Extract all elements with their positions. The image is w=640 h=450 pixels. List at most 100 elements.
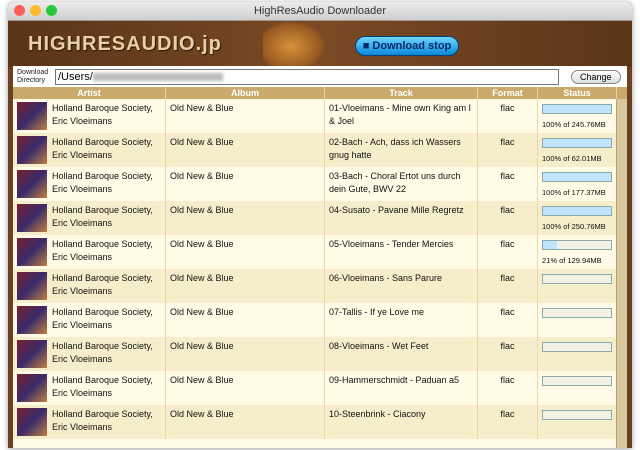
minimize-button[interactable] — [30, 5, 41, 16]
download-stop-button[interactable]: ■ Download stop — [355, 36, 459, 56]
album-art — [17, 272, 47, 300]
album-cell: Old New & Blue — [166, 235, 325, 269]
album-cell: Old New & Blue — [166, 99, 325, 133]
table-row[interactable]: Holland Baroque Society, Eric Vloeimans … — [13, 371, 627, 405]
album-art — [17, 238, 47, 266]
table-header: Artist Album Track Format Status — [13, 87, 627, 99]
table-row[interactable]: Holland Baroque Society, Eric Vloeimans … — [13, 405, 627, 439]
table-row[interactable]: Holland Baroque Society, Eric Vloeimans … — [13, 99, 627, 133]
format-cell: flac — [478, 303, 538, 337]
status-cell: 100% of 250.76MB — [538, 201, 617, 235]
directory-input[interactable]: /Users/ — [55, 68, 559, 85]
status-cell: 100% of 177.37MB — [538, 167, 617, 201]
table-row[interactable]: Holland Baroque Society, Eric Vloeimans … — [13, 269, 627, 303]
track-cell: 05-Vloeimans - Tender Mercies — [325, 235, 478, 269]
close-button[interactable] — [14, 5, 25, 16]
table-row[interactable]: Holland Baroque Society, Eric Vloeimans … — [13, 167, 627, 201]
progress-bar — [542, 410, 612, 420]
status-cell — [538, 371, 617, 405]
album-cell: Old New & Blue — [166, 303, 325, 337]
status-cell — [538, 269, 617, 303]
banner: HIGHRESAUDIO.jp ■ Download stop — [8, 21, 632, 67]
column-format[interactable]: Format — [478, 87, 538, 99]
window-title: HighResAudio Downloader — [253, 5, 387, 17]
download-table: Artist Album Track Format Status Holland… — [13, 87, 627, 448]
column-artist[interactable]: Artist — [13, 87, 166, 99]
track-cell: 02-Bach - Ach, dass ich Wassers gnug hat… — [325, 133, 478, 167]
format-cell: flac — [478, 371, 538, 405]
table-row[interactable]: Holland Baroque Society, Eric Vloeimans … — [13, 133, 627, 167]
format-cell: flac — [478, 337, 538, 371]
track-cell: 08-Vloeimans - Wet Feet — [325, 337, 478, 371]
track-cell: 01-Vloeimans - Mine own King am I & Joel — [325, 99, 478, 133]
title-bar: HighResAudio Downloader — [8, 2, 632, 21]
change-button[interactable]: Change — [571, 69, 621, 84]
track-cell: 06-Vloeimans - Sans Parure — [325, 269, 478, 303]
album-art — [17, 374, 47, 402]
status-text: 100% of 62.01MB — [542, 154, 602, 163]
column-status[interactable]: Status — [538, 87, 617, 99]
status-cell: 100% of 245.76MB — [538, 99, 617, 133]
artist-cell: Holland Baroque Society, Eric Vloeimans — [13, 133, 166, 167]
artist-cell: Holland Baroque Society, Eric Vloeimans — [13, 201, 166, 235]
progress-bar — [542, 376, 612, 386]
column-album[interactable]: Album — [166, 87, 325, 99]
album-art — [17, 408, 47, 436]
artist-cell: Holland Baroque Society, Eric Vloeimans — [13, 167, 166, 201]
progress-bar — [542, 172, 612, 182]
vertical-scrollbar[interactable] — [616, 99, 627, 448]
status-text: 100% of 250.76MB — [542, 222, 606, 231]
artist-cell: Holland Baroque Society, Eric Vloeimans — [13, 303, 166, 337]
table-row[interactable]: Holland Baroque Society, Eric Vloeimans … — [13, 303, 627, 337]
album-art — [17, 170, 47, 198]
track-cell: 09-Hammerschmidt - Paduan a5 — [325, 371, 478, 405]
artist-cell: Holland Baroque Society, Eric Vloeimans — [13, 405, 166, 439]
progress-bar — [542, 138, 612, 148]
format-cell: flac — [478, 405, 538, 439]
directory-bar: Download Directory /Users/ Change — [13, 66, 627, 87]
format-cell: flac — [478, 235, 538, 269]
artist-cell: Holland Baroque Society, Eric Vloeimans — [13, 371, 166, 405]
artist-cell: Holland Baroque Society, Eric Vloeimans — [13, 337, 166, 371]
progress-bar — [542, 240, 612, 250]
progress-bar — [542, 104, 612, 114]
album-art — [17, 204, 47, 232]
progress-bar — [542, 308, 612, 318]
status-text: 100% of 245.76MB — [542, 120, 606, 129]
track-cell: 07-Tallis - If ye Love me — [325, 303, 478, 337]
format-cell: flac — [478, 201, 538, 235]
track-cell: 04-Susato - Pavane Mille Regretz — [325, 201, 478, 235]
album-cell: Old New & Blue — [166, 405, 325, 439]
album-art — [17, 136, 47, 164]
album-cell: Old New & Blue — [166, 167, 325, 201]
directory-label: Download Directory — [17, 68, 49, 84]
table-row[interactable]: Holland Baroque Society, Eric Vloeimans … — [13, 337, 627, 371]
album-art — [17, 340, 47, 368]
progress-bar — [542, 274, 612, 284]
status-cell: 100% of 62.01MB — [538, 133, 617, 167]
status-text: 21% of 129.94MB — [542, 256, 602, 265]
album-cell: Old New & Blue — [166, 133, 325, 167]
format-cell: flac — [478, 167, 538, 201]
album-cell: Old New & Blue — [166, 337, 325, 371]
format-cell: flac — [478, 99, 538, 133]
logo: HIGHRESAUDIO.jp — [28, 33, 222, 55]
app-window: HighResAudio Downloader HIGHRESAUDIO.jp … — [8, 2, 632, 448]
status-cell — [538, 303, 617, 337]
album-cell: Old New & Blue — [166, 371, 325, 405]
album-cell: Old New & Blue — [166, 269, 325, 303]
progress-bar — [542, 206, 612, 216]
status-cell — [538, 337, 617, 371]
artist-cell: Holland Baroque Society, Eric Vloeimans — [13, 99, 166, 133]
status-text: 100% of 177.37MB — [542, 188, 606, 197]
table-row[interactable]: Holland Baroque Society, Eric Vloeimans … — [13, 201, 627, 235]
column-track[interactable]: Track — [325, 87, 478, 99]
artist-cell: Holland Baroque Society, Eric Vloeimans — [13, 235, 166, 269]
track-cell: 10-Steenbrink - Ciacony — [325, 405, 478, 439]
album-art — [17, 306, 47, 334]
artist-cell: Holland Baroque Society, Eric Vloeimans — [13, 269, 166, 303]
table-row[interactable]: Holland Baroque Society, Eric Vloeimans … — [13, 235, 627, 269]
track-cell: 03-Bach - Choral Ertot uns durch dein Gu… — [325, 167, 478, 201]
zoom-button[interactable] — [46, 5, 57, 16]
format-cell: flac — [478, 269, 538, 303]
